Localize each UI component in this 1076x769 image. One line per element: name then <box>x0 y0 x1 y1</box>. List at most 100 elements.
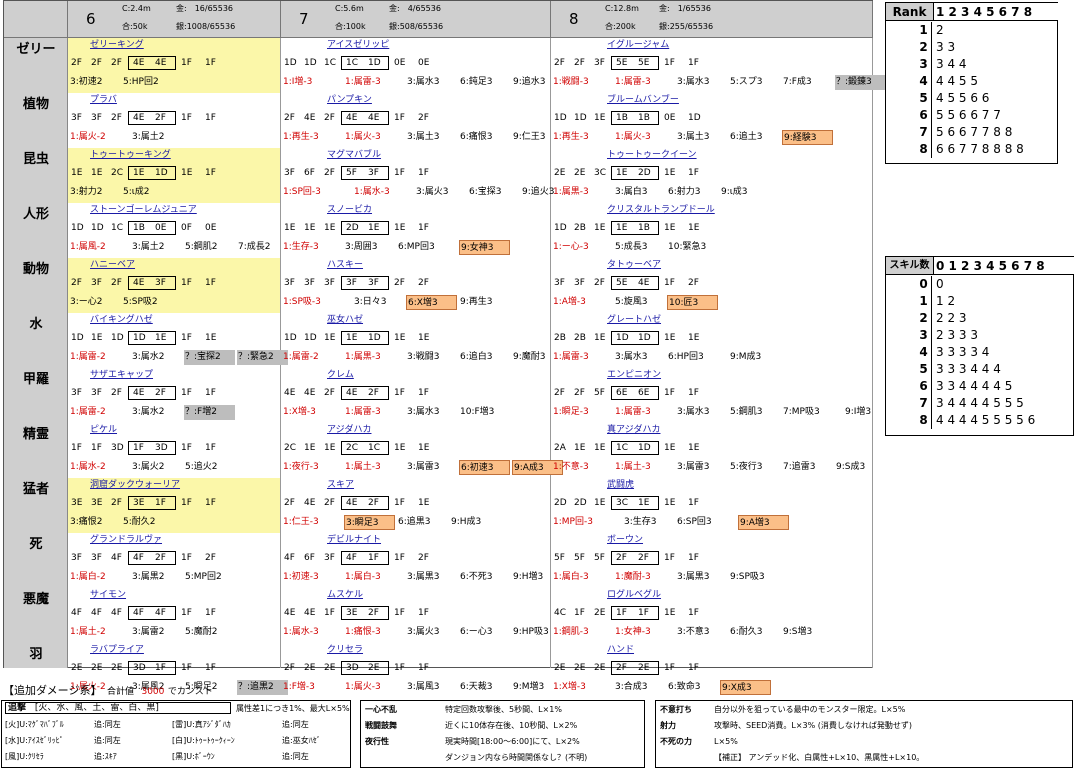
monster-stats: 2A 1E 1E 1C 1D 1E 1E <box>551 441 872 455</box>
monster-name-link[interactable]: ストーンゴーレムジュニア <box>90 204 197 217</box>
monster-name-link[interactable]: ハンド <box>607 644 634 657</box>
bonus-desc: 攻撃時、SEED消費。L×3% (消費しなければ発動せず) <box>714 721 912 730</box>
skill-entry: 3:属水3 <box>407 407 440 417</box>
table-row-index: 6 <box>916 378 932 395</box>
monster-name-link[interactable]: スキア <box>327 479 354 492</box>
stat-value: 3D <box>133 663 146 673</box>
stat-value: 2B <box>574 333 586 343</box>
stat-value: 2F <box>284 498 295 508</box>
monster-skills: 1:ー心-3 5:成長3 10:緊急3 <box>551 240 872 255</box>
skill-entry: 1:SP回-3 <box>283 187 321 197</box>
bonus-name: 不死の力 <box>660 737 692 746</box>
skill-entry: 1:魔耐-3 <box>615 572 651 582</box>
stat-value: 3F <box>324 278 335 288</box>
skill-entry: 3:属黒3 <box>677 572 710 582</box>
skill-entry: 9:A増3 <box>738 515 789 530</box>
skill-table-header-label: スキル数 <box>886 257 934 275</box>
monster-name-link[interactable]: 巫女ハゼ <box>327 314 363 327</box>
monster-name-link[interactable]: デビルナイト <box>327 534 381 547</box>
monster-name-link[interactable]: ボーウン <box>607 534 643 547</box>
skill-entry: 1:瞬足-3 <box>553 407 589 417</box>
stat-value: 3F <box>574 278 585 288</box>
stat-value: 4E <box>304 113 316 123</box>
monster-name-link[interactable]: スノービカ <box>327 204 372 217</box>
stat-value: 1D <box>554 113 567 123</box>
monster-name-link[interactable]: アジダハカ <box>327 424 371 437</box>
stat-value: 4E <box>346 113 358 123</box>
monster-name-link[interactable]: ムスケル <box>327 589 363 602</box>
table-row: 00 <box>886 276 1073 293</box>
monster-name-link[interactable]: クレム <box>327 369 354 382</box>
monster-name-link[interactable]: プラバ <box>90 94 117 107</box>
monster-name-link[interactable]: サザエキャップ <box>90 369 153 382</box>
stat-value: 1F <box>616 608 627 618</box>
stat-value: 1E <box>664 333 676 343</box>
monster-name-link[interactable]: タトゥーベア <box>607 259 661 272</box>
monster-block: 真アジダハカ 2A 1E 1E 1C 1D 1E 1E 1:不意-3 1:属土-3 3:属雷3 5:夜… <box>551 423 872 478</box>
stat-value: 2F <box>554 58 565 68</box>
monster-name-link[interactable]: パンプキン <box>327 94 372 107</box>
stat-value: 1F <box>181 608 192 618</box>
skill-entry: 6:致命3 <box>668 682 701 692</box>
monster-name-link[interactable]: 洞窟ダックウォーリア <box>90 479 180 492</box>
stat-value: 5F <box>574 553 585 563</box>
monster-name-link[interactable]: アイスゼリッピ <box>327 39 389 52</box>
stat-value: 3F <box>71 113 82 123</box>
monster-stats: 1D 1D 1C 1C 1D 0E 0E <box>281 56 550 70</box>
monster-name-link[interactable]: グレートハゼ <box>607 314 661 327</box>
monster-name-link[interactable]: ログルベグル <box>607 589 661 602</box>
skill-entry: 1:SP吸-3 <box>283 297 321 307</box>
monster-name-link[interactable]: マグマバブル <box>327 149 381 162</box>
monster-name-link[interactable]: ハスキー <box>327 259 363 272</box>
stat-value: 2C <box>111 168 124 178</box>
total-label: 合:50k <box>122 22 148 31</box>
skill-entry: 1:属水-3 <box>283 627 319 637</box>
monster-stats: 4C 1F 2E 1F 1F 1E 1F <box>551 606 872 620</box>
monster-name-link[interactable]: ピケル <box>90 424 117 437</box>
monster-name-link[interactable]: ラバプライア <box>90 644 144 657</box>
monster-name-link[interactable]: トゥートゥークイーン <box>607 149 697 162</box>
skill-entry: 9:S成3 <box>836 462 866 472</box>
stat-value: 1E <box>284 223 296 233</box>
monster-name-link[interactable]: バイキングハゼ <box>90 314 153 327</box>
stat-value: 1E <box>324 223 336 233</box>
monster-name-link[interactable]: グランドラルヴァ <box>90 534 162 547</box>
monster-stats: 4E 4E 1F 3E 2F 1F 1F <box>281 606 550 620</box>
stat-value: 2F <box>418 278 429 288</box>
monster-name-link[interactable]: クリスタルトランプドール <box>607 204 715 217</box>
monster-name-link[interactable]: ハニーベア <box>90 259 135 272</box>
monster-name-link[interactable]: イグルージャム <box>607 39 669 52</box>
table-row-index: 8 <box>916 412 932 429</box>
skill-entry: 1:I増-3 <box>283 77 313 87</box>
table-row-index: 8 <box>916 141 932 158</box>
monster-name-link[interactable]: ゼリーキング <box>90 39 144 52</box>
table-row-values: 4 5 5 6 6 <box>936 91 990 105</box>
monster-stats: 1D 1D 1E 1B 1B 0E 1D <box>551 111 872 125</box>
monster-block: クリセラ 2F 2E 2E 3D 2E 1F 1F 1:F増-3 1:属火-3 3:属風3 6:天裁3… <box>281 643 550 698</box>
stat-value: 2E <box>368 663 380 673</box>
monster-name-link[interactable]: トゥートゥーキング <box>90 149 171 162</box>
bonus-desc: ダンジョン内なら時間関係なし？(不明) <box>445 753 588 762</box>
stat-value: 1E <box>664 168 676 178</box>
monster-stats: 2B 2B 1E 1D 1D 1E 1E <box>551 331 872 345</box>
monster-name-link[interactable]: クリセラ <box>327 644 363 657</box>
monster-name-link[interactable]: 武闘虎 <box>607 479 634 492</box>
table-row-values: 3 3 4 4 4 4 5 <box>936 379 1013 393</box>
monster-skills: 1:属水-3 1:痛恨-3 3:属火3 6:ー心3 9:HP吸3 <box>281 625 550 640</box>
skill-entry: 3:属雷2 <box>132 627 165 637</box>
stat-value: 3F <box>91 278 102 288</box>
skill-entry: 1:属水-2 <box>70 462 106 472</box>
footer-title-line: 【追加ダメージ系】 合計値 3000 でカンスト <box>3 682 213 698</box>
monster-block: トゥートゥーキング 1E 1E 2C 1E 1D 1E 1F 3:射力2 5:ι成2 <box>68 148 280 203</box>
skill-entry: 3:属水2 <box>132 352 165 362</box>
table-row: 4 3 3 3 3 4 <box>886 344 1073 361</box>
monster-name-link[interactable]: 真アジダハカ <box>607 424 660 437</box>
skill-entry: 9:女神3 <box>459 240 510 255</box>
monster-name-link[interactable]: サイモン <box>90 589 126 602</box>
monster-stats: 5F 5F 5F 2F 2F 1F 1F <box>551 551 872 565</box>
monster-name-link[interactable]: ブルームバンブー <box>607 94 679 107</box>
pursuit-line-cell: [黒]U:ﾎﾞｰｳﾝ <box>172 752 215 761</box>
stat-value: 2F <box>324 113 335 123</box>
stat-value: 2C <box>284 443 297 453</box>
monster-name-link[interactable]: エンピニオン <box>607 369 661 382</box>
